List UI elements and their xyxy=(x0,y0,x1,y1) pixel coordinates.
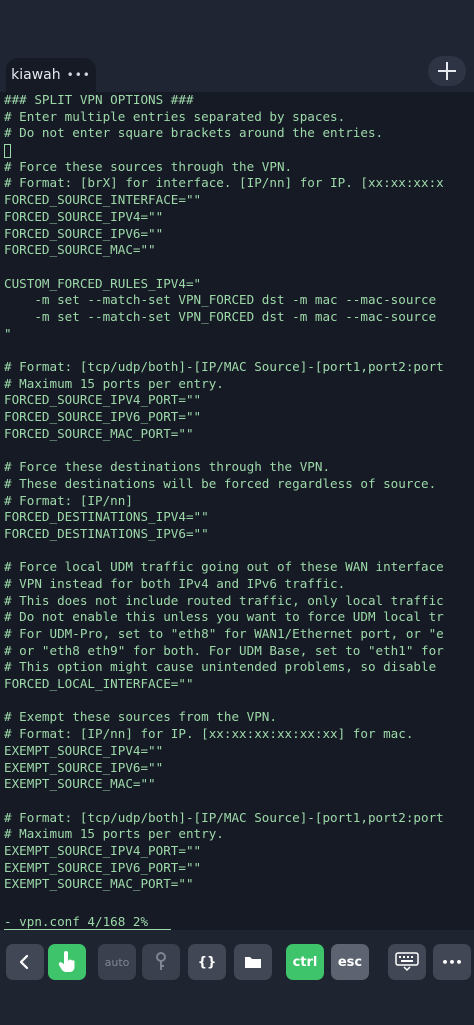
terminal-line: FORCED_SOURCE_IPV4="" xyxy=(4,208,164,224)
chevron-left-icon xyxy=(19,954,29,970)
ctrl-key[interactable]: ctrl xyxy=(286,944,324,980)
keyboard-toggle-key[interactable] xyxy=(388,944,426,980)
top-bar: kiawah ••• xyxy=(0,0,474,92)
editor-status-line: - vpn.conf 4/168 2% xyxy=(4,914,171,930)
terminal-line: FORCED_SOURCE_IPV6="" xyxy=(4,225,164,241)
new-tab-button[interactable] xyxy=(428,56,466,86)
terminal-line: # Format: [IP/nn] xyxy=(4,492,133,508)
terminal-line: -m set --match-set VPN_FORCED dst -m mac… xyxy=(4,308,437,324)
terminal-line: # Format: [tcp/udp/both]-[IP/MAC Source]… xyxy=(4,809,444,825)
terminal-line: FORCED_SOURCE_IPV6_PORT="" xyxy=(4,409,202,425)
terminal-line: # Enter multiple entries separated by sp… xyxy=(4,108,346,124)
key-shortcut-key[interactable] xyxy=(142,944,180,980)
keyboard-icon xyxy=(395,952,419,972)
terminal-line: # This does not include routed traffic, … xyxy=(4,592,444,608)
more-key[interactable]: ••• xyxy=(433,944,471,980)
braces-key[interactable]: {} xyxy=(188,944,226,980)
terminal-line: EXEMPT_SOURCE_MAC_PORT="" xyxy=(4,876,194,892)
terminal-line: # These destinations will be forced rega… xyxy=(4,475,437,491)
terminal-line: # Force local UDM traffic going out of t… xyxy=(4,559,444,575)
back-key[interactable] xyxy=(6,944,44,980)
auto-key[interactable]: auto xyxy=(98,944,136,980)
plus-icon xyxy=(438,62,456,80)
terminal-line: FORCED_SOURCE_MAC_PORT="" xyxy=(4,425,194,441)
terminal-line: # Do not enable this unless you want to … xyxy=(4,609,444,625)
terminal-line: EXEMPT_SOURCE_IPV4="" xyxy=(4,742,164,758)
touch-mode-key[interactable] xyxy=(48,944,86,980)
session-tab[interactable]: kiawah ••• xyxy=(6,58,96,92)
tab-menu-icon[interactable]: ••• xyxy=(67,68,91,82)
tap-hand-icon xyxy=(58,951,75,972)
terminal-line: # Maximum 15 ports per entry. xyxy=(4,826,224,842)
tab-title: kiawah xyxy=(11,67,61,83)
terminal-line: FORCED_DESTINATIONS_IPV4="" xyxy=(4,509,209,525)
terminal-line: -m set --match-set VPN_FORCED dst -m mac… xyxy=(4,292,437,308)
terminal-line: # Format: [IP/nn] for IP. [xx:xx:xx:xx:x… xyxy=(4,726,414,742)
files-key[interactable] xyxy=(234,944,272,980)
terminal-line: EXEMPT_SOURCE_IPV6="" xyxy=(4,759,164,775)
terminal-line: # Exempt these sources from the VPN. xyxy=(4,709,277,725)
terminal-line: CUSTOM_FORCED_RULES_IPV4=" xyxy=(4,275,202,291)
terminal-line: FORCED_DESTINATIONS_IPV6="" xyxy=(4,525,209,541)
terminal-line: EXEMPT_SOURCE_MAC="" xyxy=(4,776,156,792)
terminal-line: # Force these destinations through the V… xyxy=(4,459,331,475)
terminal-line: # This option might cause unintended pro… xyxy=(4,659,437,675)
terminal-view[interactable]: ### SPLIT VPN OPTIONS ### # Enter multip… xyxy=(0,92,474,930)
terminal-line: EXEMPT_SOURCE_IPV6_PORT="" xyxy=(4,859,202,875)
terminal-line: FORCED_LOCAL_INTERFACE="" xyxy=(4,676,194,692)
terminal-line: # Maximum 15 ports per entry. xyxy=(4,375,224,391)
terminal-line: FORCED_SOURCE_INTERFACE="" xyxy=(4,192,202,208)
terminal-line: ### SPLIT VPN OPTIONS ### xyxy=(4,92,194,107)
text-cursor xyxy=(4,143,11,158)
terminal-line-cursor xyxy=(4,142,444,159)
terminal-line: FORCED_SOURCE_IPV4_PORT="" xyxy=(4,392,202,408)
terminal-line: # Do not enter square brackets around th… xyxy=(4,125,384,141)
key-icon xyxy=(156,952,166,970)
terminal-line: " xyxy=(4,325,12,341)
terminal-line: # Format: [tcp/udp/both]-[IP/MAC Source]… xyxy=(4,359,444,374)
terminal-lines: ### SPLIT VPN OPTIONS ### # Enter multip… xyxy=(4,92,444,893)
terminal-line: # or "eth8 eth9" for both. For UDM Base,… xyxy=(4,642,444,658)
terminal-line: EXEMPT_SOURCE_IPV4_PORT="" xyxy=(4,842,202,858)
terminal-line: # Format: [brX] for interface. [IP/nn] f… xyxy=(4,175,444,191)
esc-key[interactable]: esc xyxy=(331,944,369,980)
keyboard-toolbar: auto {} ctrl esc ••• xyxy=(0,930,474,1025)
terminal-line: FORCED_SOURCE_MAC="" xyxy=(4,242,156,258)
terminal-line: # VPN instead for both IPv4 and IPv6 tra… xyxy=(4,575,346,591)
terminal-line: # Force these sources through the VPN. xyxy=(4,158,293,174)
terminal-line: # For UDM-Pro, set to "eth8" for WAN1/Et… xyxy=(4,626,444,641)
folder-icon xyxy=(245,957,261,968)
